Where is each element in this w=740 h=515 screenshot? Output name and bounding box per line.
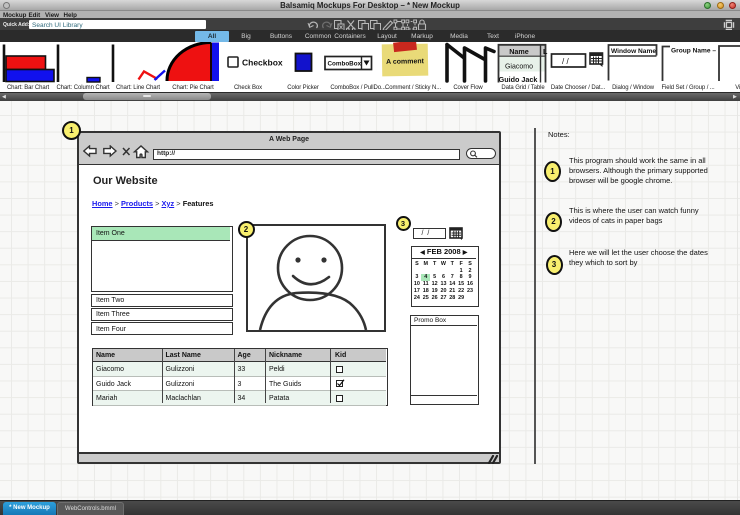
svg-text:Giacomo: Giacomo (505, 63, 533, 70)
svg-text:Checkbox: Checkbox (242, 57, 283, 67)
svg-text:ComboBox: ComboBox (328, 60, 362, 67)
svg-text:L: L (543, 47, 548, 56)
svg-text:Group Name –: Group Name – (671, 47, 716, 54)
svg-text:Window Name: Window Name (611, 48, 656, 55)
svg-text:Name: Name (509, 47, 529, 56)
svg-text:/ /: / / (562, 57, 569, 66)
svg-text:Guido Jack: Guido Jack (499, 75, 538, 84)
svg-text:A comment: A comment (386, 58, 425, 66)
